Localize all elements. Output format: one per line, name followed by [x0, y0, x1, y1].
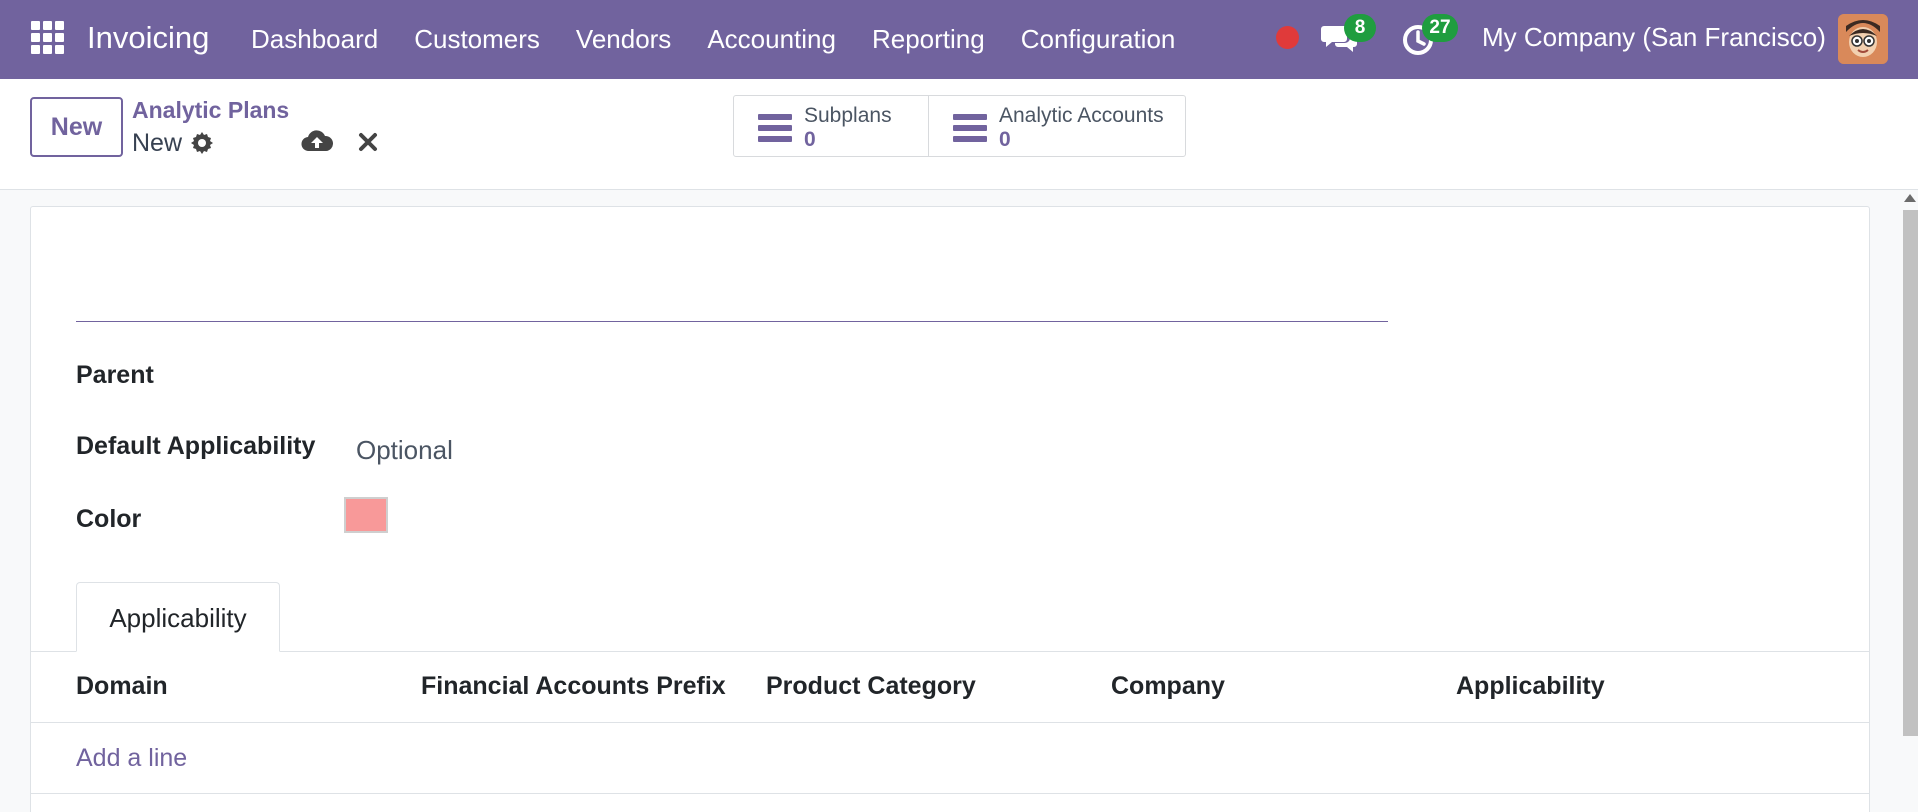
analytic-accounts-label: Analytic Accounts: [999, 104, 1164, 127]
add-line-link[interactable]: Add a line: [76, 744, 187, 773]
analytic-accounts-button[interactable]: Analytic Accounts 0: [929, 96, 1185, 156]
column-financial-accounts-prefix[interactable]: Financial Accounts Prefix: [421, 672, 726, 701]
app-name[interactable]: Invoicing: [87, 20, 209, 56]
record-dot-icon[interactable]: [1276, 26, 1299, 49]
subplans-count: 0: [804, 128, 816, 151]
scrollbar-thumb[interactable]: [1903, 210, 1918, 736]
menu-configuration[interactable]: Configuration: [1021, 0, 1176, 79]
plan-name-input[interactable]: [76, 262, 1388, 322]
cloud-upload-icon[interactable]: [301, 127, 333, 155]
color-picker[interactable]: [344, 497, 388, 533]
subplans-label: Subplans: [804, 104, 892, 127]
menu-accounting[interactable]: Accounting: [707, 0, 836, 79]
column-domain[interactable]: Domain: [76, 672, 168, 701]
tab-applicability[interactable]: Applicability: [76, 582, 280, 652]
parent-field[interactable]: [356, 353, 956, 397]
table-header: Domain Financial Accounts Prefix Product…: [31, 652, 1869, 723]
new-button[interactable]: New: [30, 97, 123, 157]
column-company[interactable]: Company: [1111, 672, 1225, 701]
breadcrumb[interactable]: Analytic Plans: [132, 97, 289, 124]
record-name: New: [132, 129, 183, 157]
top-navbar: Invoicing Dashboard Customers Vendors Ac…: [0, 0, 1918, 79]
menu-vendors[interactable]: Vendors: [576, 0, 671, 79]
menu-dashboard[interactable]: Dashboard: [251, 0, 378, 79]
parent-label: Parent: [76, 361, 154, 389]
form-sheet: Parent Default Applicability Optional Co…: [30, 206, 1870, 812]
scroll-up-arrow[interactable]: [1904, 194, 1916, 202]
gear-icon[interactable]: [190, 131, 214, 155]
row-divider: [31, 793, 1869, 794]
list-icon: [758, 114, 792, 142]
analytic-accounts-count: 0: [999, 128, 1011, 151]
activities-badge: 27: [1422, 14, 1458, 42]
column-applicability[interactable]: Applicability: [1456, 672, 1605, 701]
column-product-category[interactable]: Product Category: [766, 672, 976, 701]
company-switcher[interactable]: My Company (San Francisco): [1482, 22, 1826, 53]
menu-reporting[interactable]: Reporting: [872, 0, 985, 79]
avatar[interactable]: [1838, 14, 1888, 64]
menu-customers[interactable]: Customers: [414, 0, 540, 79]
smart-buttons: Subplans 0 Analytic Accounts 0: [733, 95, 1186, 157]
subplans-button[interactable]: Subplans 0: [734, 96, 929, 156]
control-panel: New Analytic Plans New Subplans 0 Analyt…: [0, 79, 1918, 190]
main-menu: Dashboard Customers Vendors Accounting R…: [251, 0, 1211, 79]
messages-badge: 8: [1344, 14, 1376, 42]
default-applicability-select[interactable]: Optional: [356, 435, 453, 466]
list-icon: [953, 114, 987, 142]
apps-icon[interactable]: [31, 21, 64, 54]
default-applicability-label: Default Applicability: [76, 432, 316, 460]
color-label: Color: [76, 505, 142, 533]
close-icon[interactable]: [356, 130, 380, 154]
